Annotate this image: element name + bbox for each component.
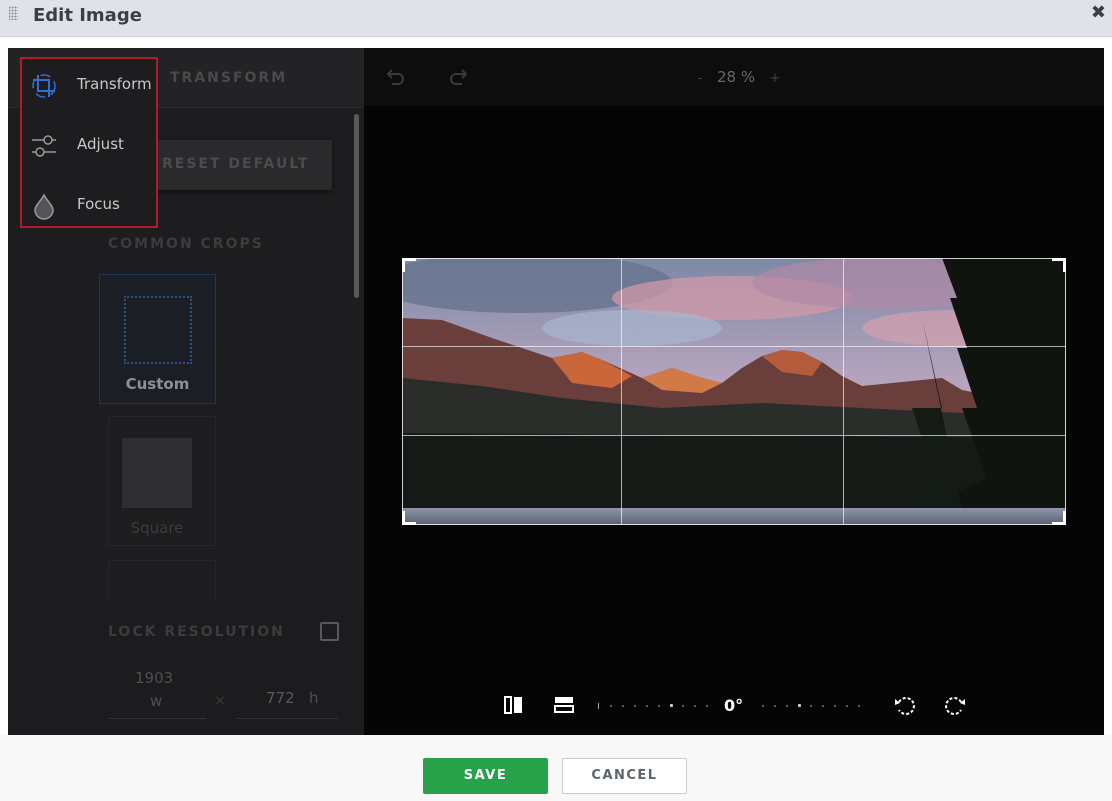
square-crop-icon bbox=[122, 438, 192, 508]
slider-tick bbox=[598, 703, 599, 709]
lock-resolution-checkbox[interactable] bbox=[320, 622, 339, 641]
zoom-control: - 28 % + bbox=[698, 68, 780, 86]
slider-tick bbox=[822, 705, 824, 707]
slider-tick bbox=[634, 705, 636, 707]
lock-resolution-label: LOCK RESOLUTION bbox=[108, 624, 285, 640]
undo-icon[interactable] bbox=[386, 66, 406, 86]
save-button[interactable]: SAVE bbox=[423, 758, 548, 794]
sliders-icon bbox=[32, 135, 56, 157]
custom-crop-icon bbox=[124, 296, 192, 364]
zoom-out-button[interactable]: - bbox=[698, 71, 703, 86]
width-field-underline bbox=[108, 718, 206, 719]
menu-item-label: Transform bbox=[77, 75, 152, 93]
panel-scrollbar[interactable] bbox=[354, 114, 359, 298]
menu-item-transform[interactable]: Transform bbox=[22, 63, 156, 107]
slider-tick bbox=[798, 704, 801, 707]
crop-transform-icon bbox=[32, 74, 56, 98]
dialog-title: Edit Image bbox=[33, 5, 142, 26]
cancel-button[interactable]: CANCEL bbox=[562, 758, 687, 794]
close-button[interactable]: ✖ bbox=[1091, 2, 1106, 23]
crop-handle-bottom-left[interactable] bbox=[402, 511, 416, 525]
image-viewport[interactable]: - 28 % + 0° bbox=[364, 48, 1104, 735]
slider-tick bbox=[762, 705, 764, 707]
width-value[interactable]: 1903 bbox=[135, 669, 173, 687]
crop-option-custom[interactable]: Custom bbox=[99, 274, 216, 404]
crop-handle-bottom-right[interactable] bbox=[1052, 511, 1066, 525]
slider-tick bbox=[646, 705, 648, 707]
slider-tick bbox=[622, 705, 624, 707]
menu-item-adjust[interactable]: Adjust bbox=[22, 123, 156, 167]
height-unit: h bbox=[309, 689, 319, 707]
slider-tick bbox=[858, 705, 860, 707]
slider-tick bbox=[834, 705, 836, 707]
zoom-in-button[interactable]: + bbox=[769, 71, 780, 86]
drop-icon bbox=[34, 193, 54, 220]
reset-default-button[interactable]: RESET DEFAULT bbox=[140, 140, 332, 190]
menu-item-label: Focus bbox=[77, 195, 120, 213]
menu-item-label: Adjust bbox=[77, 135, 124, 153]
slider-tick bbox=[682, 705, 684, 707]
crop-handle-top-left[interactable] bbox=[402, 258, 416, 272]
rotate-left-icon[interactable] bbox=[894, 695, 916, 717]
slider-tick bbox=[846, 705, 848, 707]
crop-option-square[interactable]: Square bbox=[108, 416, 216, 546]
drag-handle-icon[interactable] bbox=[9, 6, 18, 20]
image-editor: TRANSFORM RESET DEFAULT COMMON CROPS Cus… bbox=[8, 48, 1104, 735]
reset-default-label: RESET DEFAULT bbox=[162, 156, 310, 172]
crop-handle-top-right[interactable] bbox=[1052, 258, 1066, 272]
common-crops-label: COMMON CROPS bbox=[108, 236, 264, 252]
edit-mode-menu: Transform Adjust Focus bbox=[20, 57, 158, 228]
slider-tick bbox=[658, 705, 660, 707]
height-field-underline bbox=[236, 718, 338, 719]
redo-icon[interactable] bbox=[448, 66, 468, 86]
zoom-value: 28 % bbox=[717, 68, 756, 86]
menu-item-focus[interactable]: Focus bbox=[22, 183, 156, 227]
width-unit: w bbox=[150, 692, 163, 710]
flip-vertical-icon[interactable] bbox=[554, 696, 574, 714]
crop-frame[interactable] bbox=[402, 258, 1066, 525]
slider-tick bbox=[610, 705, 612, 707]
times-symbol: × bbox=[214, 693, 226, 709]
slider-tick bbox=[706, 705, 708, 707]
slider-tick bbox=[670, 704, 673, 707]
flip-horizontal-icon[interactable] bbox=[504, 696, 524, 714]
crop-option-partial[interactable] bbox=[108, 560, 216, 600]
height-value[interactable]: 772 bbox=[266, 689, 295, 707]
slider-tick bbox=[810, 705, 812, 707]
panel-title: TRANSFORM bbox=[170, 70, 288, 86]
dialog-titlebar[interactable]: Edit Image ✖ bbox=[0, 0, 1112, 37]
slider-tick bbox=[774, 705, 776, 707]
rotate-right-icon[interactable] bbox=[944, 695, 966, 717]
crop-option-label: Square bbox=[130, 519, 184, 537]
crop-option-label: Custom bbox=[125, 375, 190, 393]
viewport-toolbar: - 28 % + bbox=[364, 48, 1104, 106]
dialog-footer bbox=[0, 735, 1112, 801]
rotation-value: 0° bbox=[724, 696, 744, 715]
slider-tick bbox=[694, 705, 696, 707]
crop-stage[interactable] bbox=[402, 258, 1066, 525]
slider-tick bbox=[786, 705, 788, 707]
